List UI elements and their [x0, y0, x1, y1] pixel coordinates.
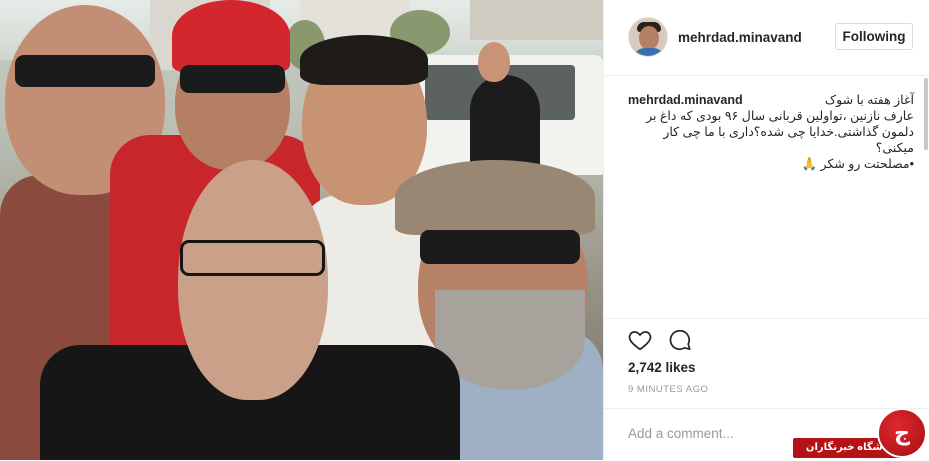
- avatar[interactable]: [628, 17, 668, 57]
- post-header: mehrdad.minavand Following: [604, 0, 929, 76]
- post-photo[interactable]: [0, 0, 603, 460]
- post-sidebar: mehrdad.minavand Following mehrdad.minav…: [603, 0, 929, 460]
- watermark-mark: ج: [877, 408, 927, 458]
- caption-username[interactable]: mehrdad.minavand: [628, 93, 743, 107]
- likes-count[interactable]: 2,742 likes: [628, 360, 696, 375]
- post-timestamp[interactable]: 9 MINUTES AGO: [628, 384, 708, 395]
- post-actions: 2,742 likes 9 MINUTES AGO: [604, 318, 929, 419]
- comment-input[interactable]: [628, 423, 788, 443]
- comment-icon[interactable]: [667, 327, 693, 353]
- username-link[interactable]: mehrdad.minavand: [678, 30, 802, 45]
- post-caption: mehrdad.minavand آغاز هفته با شوک عارف ن…: [628, 92, 914, 172]
- photo-building: [470, 0, 603, 40]
- following-button[interactable]: Following: [835, 23, 913, 50]
- caption-scrollbar[interactable]: [924, 78, 928, 150]
- heart-icon[interactable]: [627, 327, 653, 353]
- watermark-logo: باشگاه خبرنگاران ج: [793, 408, 929, 460]
